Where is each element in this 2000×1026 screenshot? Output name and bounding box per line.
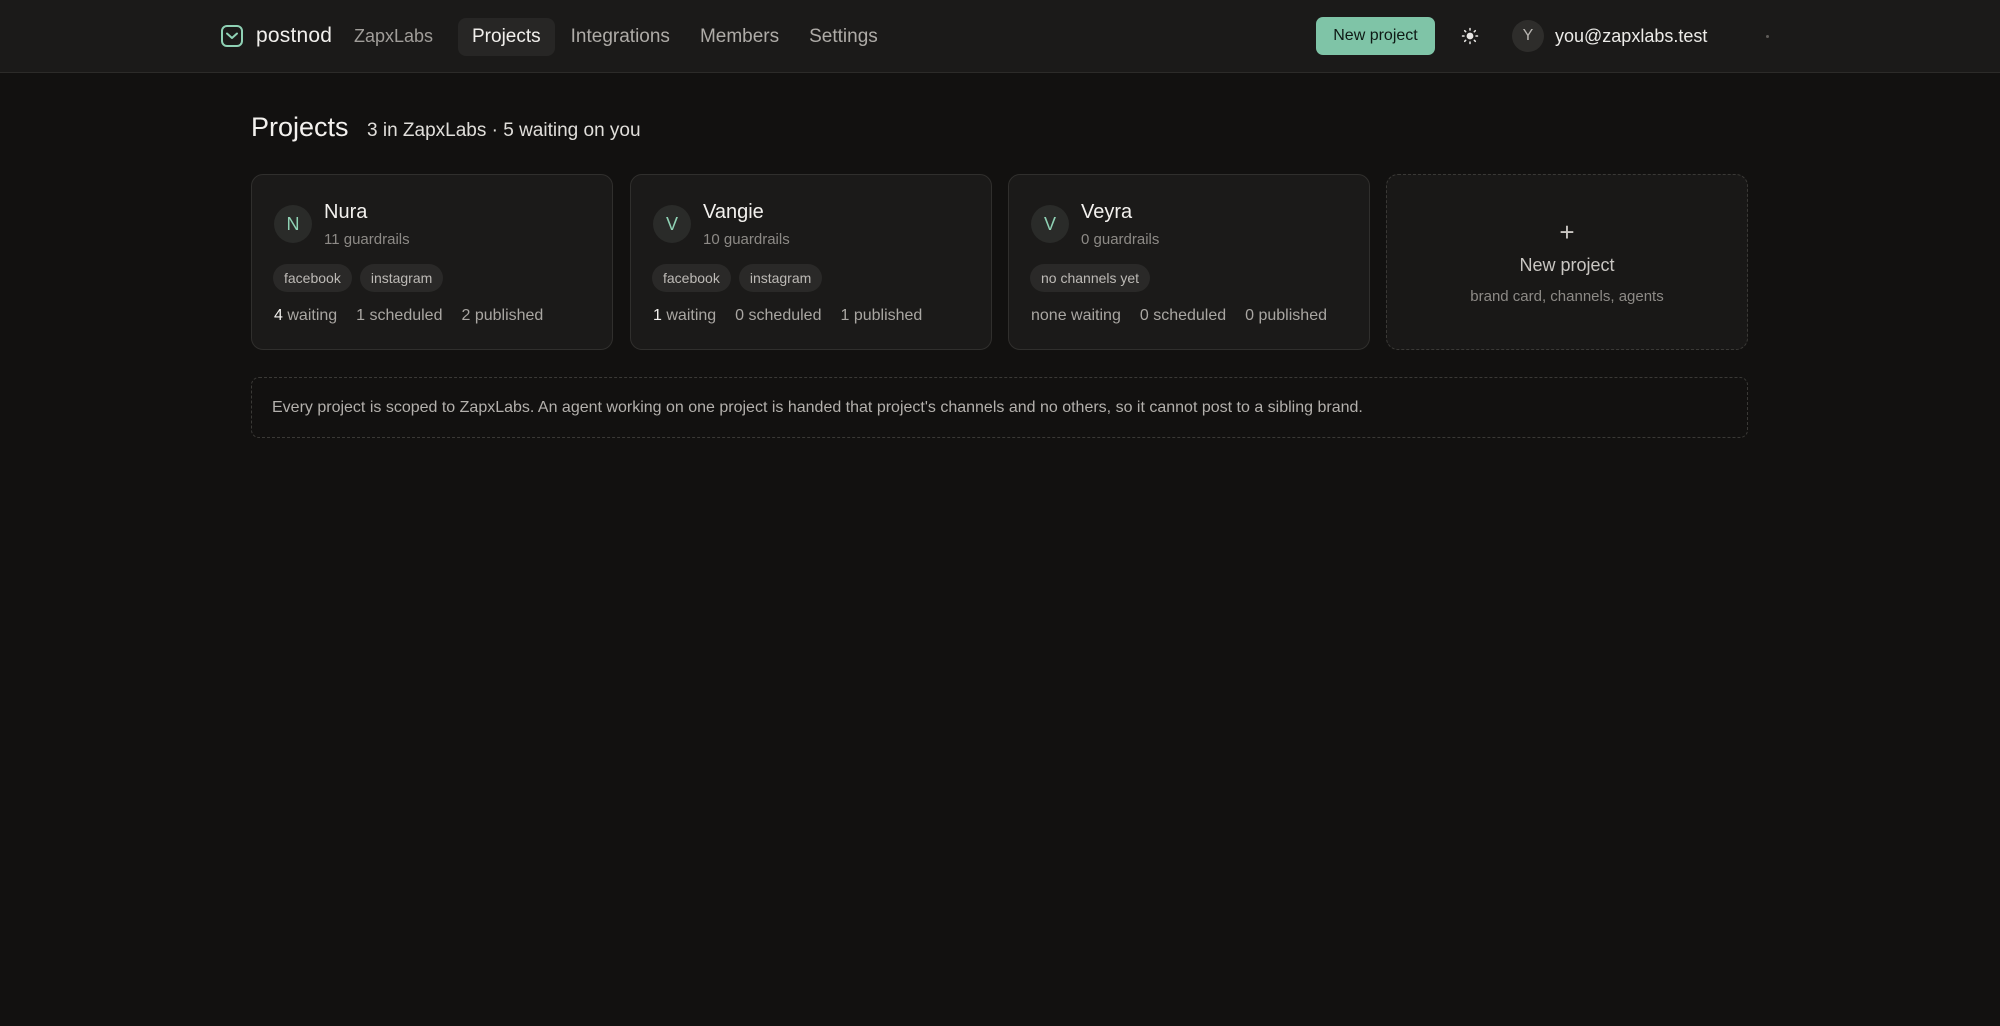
project-stats: 1 waiting 0 scheduled 1 published bbox=[653, 307, 941, 325]
channel-chip: facebook bbox=[273, 264, 352, 292]
stat-waiting: none waiting bbox=[1031, 307, 1121, 324]
nav-projects[interactable]: Projects bbox=[458, 18, 555, 56]
stat-waiting: 1 waiting bbox=[653, 307, 717, 324]
nav-members[interactable]: Members bbox=[686, 18, 793, 56]
stat-published: 0 published bbox=[1245, 307, 1327, 324]
project-name: Nura bbox=[324, 201, 368, 223]
stat-published: 2 published bbox=[461, 307, 544, 324]
new-project-card-subtitle: brand card, channels, agents bbox=[1470, 288, 1664, 305]
project-card-veyra[interactable]: V Veyra 0 guardrails no channels yet non… bbox=[1008, 174, 1370, 350]
nav-integrations[interactable]: Integrations bbox=[557, 18, 684, 56]
channel-chip: instagram bbox=[359, 264, 444, 292]
theme-toggle-button[interactable] bbox=[1456, 22, 1484, 50]
project-avatar: V bbox=[1031, 205, 1069, 243]
scope-note: Every project is scoped to ZapxLabs. An … bbox=[251, 377, 1748, 438]
page-subtitle: 3 in ZapxLabs · 5 waiting on you bbox=[367, 120, 641, 141]
project-card-vangie[interactable]: V Vangie 10 guardrails facebook instagra… bbox=[630, 174, 992, 350]
plus-icon: + bbox=[1559, 217, 1575, 247]
page-title: Projects bbox=[251, 112, 349, 142]
project-name: Vangie bbox=[703, 201, 764, 223]
channel-chips: facebook instagram bbox=[652, 264, 830, 292]
project-guardrails: 10 guardrails bbox=[703, 231, 790, 248]
project-stats: 4 waiting 1 scheduled 2 published bbox=[274, 307, 562, 325]
channel-chip-empty: no channels yet bbox=[1030, 264, 1151, 292]
channel-chip: facebook bbox=[652, 264, 731, 292]
project-name: Veyra bbox=[1081, 201, 1133, 223]
project-avatar: N bbox=[274, 205, 312, 243]
org-name[interactable]: ZapxLabs bbox=[354, 26, 433, 47]
stat-scheduled: 1 scheduled bbox=[356, 307, 443, 324]
user-avatar: Y bbox=[1512, 20, 1544, 52]
new-project-card-title: New project bbox=[1519, 255, 1615, 275]
brand-name: postnod bbox=[256, 24, 333, 47]
stat-scheduled: 0 scheduled bbox=[735, 307, 822, 324]
project-avatar: V bbox=[653, 205, 691, 243]
channel-chip: instagram bbox=[738, 264, 823, 292]
channel-chips: no channels yet bbox=[1030, 264, 1158, 292]
project-guardrails: 0 guardrails bbox=[1081, 231, 1160, 248]
project-guardrails: 11 guardrails bbox=[324, 231, 410, 248]
main-nav: Projects Integrations Members Settings bbox=[458, 18, 894, 56]
project-card-nura[interactable]: N Nura 11 guardrails facebook instagram … bbox=[251, 174, 613, 350]
postnod-logo-icon bbox=[221, 25, 243, 47]
top-bar: postnod ZapxLabs Projects Integrations M… bbox=[0, 0, 2000, 73]
new-project-card[interactable]: + New project brand card, channels, agen… bbox=[1386, 174, 1748, 350]
user-menu[interactable]: Y you@zapxlabs.test bbox=[1512, 20, 1707, 52]
channel-chips: facebook instagram bbox=[273, 264, 451, 292]
stat-published: 1 published bbox=[840, 307, 923, 324]
project-stats: none waiting 0 scheduled 0 published bbox=[1031, 307, 1346, 325]
new-project-button[interactable]: New project bbox=[1316, 17, 1435, 55]
status-dot-icon bbox=[1766, 35, 1769, 38]
brand[interactable]: postnod bbox=[221, 24, 332, 48]
nav-settings[interactable]: Settings bbox=[795, 18, 892, 56]
user-email: you@zapxlabs.test bbox=[1555, 25, 1708, 46]
stat-scheduled: 0 scheduled bbox=[1139, 307, 1227, 324]
stat-waiting: 4 waiting bbox=[274, 307, 338, 324]
sun-icon bbox=[1461, 27, 1479, 45]
